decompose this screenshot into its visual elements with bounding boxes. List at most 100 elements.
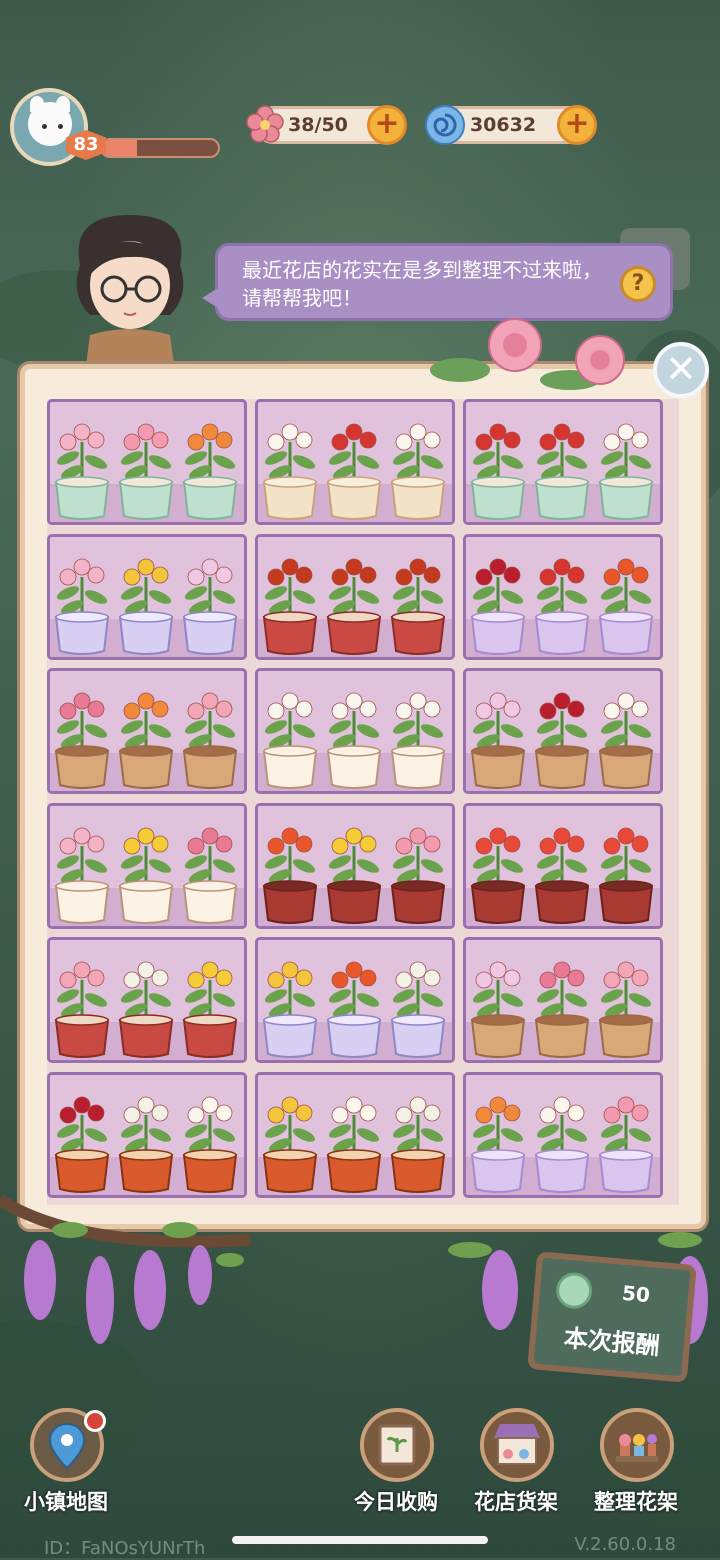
potted-plant[interactable] [598, 961, 654, 1058]
potted-plant[interactable] [262, 961, 318, 1058]
shelf-cell[interactable] [463, 1071, 663, 1198]
shelf-cell[interactable] [463, 533, 663, 660]
nav-town-map-label: 小镇地图 [24, 1490, 108, 1514]
shelf-cell[interactable] [255, 533, 455, 660]
reward-sign: 50 本次报酬 [527, 1251, 697, 1383]
potted-plant[interactable] [470, 692, 526, 789]
potted-plant[interactable] [598, 423, 654, 520]
potted-plant[interactable] [262, 827, 318, 924]
potted-plant[interactable] [54, 827, 110, 924]
shelf-cell[interactable] [255, 937, 455, 1063]
potted-plant[interactable] [598, 1096, 654, 1193]
help-button[interactable]: ? [620, 266, 656, 302]
potted-plant[interactable] [118, 827, 174, 924]
shelf-cell[interactable] [463, 399, 663, 525]
shelf-cell[interactable] [255, 802, 455, 929]
potted-plant[interactable] [470, 423, 526, 520]
reward-amount: 50 [621, 1280, 651, 1308]
nav-organize-shelf[interactable]: 整理花架 [586, 1408, 686, 1518]
shelf-cell[interactable] [255, 399, 455, 525]
potted-plant[interactable] [118, 558, 174, 655]
potted-plant[interactable] [262, 558, 318, 655]
flower-resource: 38/50 + [246, 105, 407, 145]
nav-todays-purchase[interactable]: 今日收购 [346, 1408, 446, 1518]
clover-coin-icon [554, 1271, 594, 1311]
potted-plant[interactable] [326, 827, 382, 924]
potted-plant[interactable] [54, 692, 110, 789]
notification-dot [84, 1410, 106, 1432]
potted-plant[interactable] [534, 827, 590, 924]
potted-plant[interactable] [534, 961, 590, 1058]
shelf-cell[interactable] [47, 937, 247, 1063]
plant-frame-icon [378, 1424, 416, 1466]
potted-plant[interactable] [390, 827, 446, 924]
potted-plant[interactable] [390, 423, 446, 520]
potted-plant[interactable] [534, 1096, 590, 1193]
potted-plant[interactable] [326, 558, 382, 655]
shelf-cell[interactable] [47, 533, 247, 660]
xp-fill [102, 140, 137, 156]
potted-plant[interactable] [326, 961, 382, 1058]
nav-todays-purchase-label: 今日收购 [354, 1490, 438, 1514]
xp-bar [100, 138, 220, 158]
shelf-cell[interactable] [255, 1071, 455, 1198]
potted-plant[interactable] [470, 827, 526, 924]
potted-plant[interactable] [534, 423, 590, 520]
potted-plant[interactable] [470, 1096, 526, 1193]
rose-decoration [430, 318, 625, 390]
potted-plant[interactable] [182, 961, 238, 1058]
potted-plant[interactable] [390, 1096, 446, 1193]
potted-plant[interactable] [262, 423, 318, 520]
app-version: V.2.60.0.18 [574, 1534, 676, 1555]
potted-plant[interactable] [390, 961, 446, 1058]
shelf-cell[interactable] [47, 399, 247, 525]
shelf-cell[interactable] [463, 937, 663, 1063]
potted-plant[interactable] [54, 558, 110, 655]
shelf-cell[interactable] [47, 802, 247, 929]
potted-plant[interactable] [262, 1096, 318, 1193]
potted-plant[interactable] [534, 692, 590, 789]
potted-plant[interactable] [182, 827, 238, 924]
potted-plant[interactable] [182, 558, 238, 655]
potted-plant[interactable] [326, 1096, 382, 1193]
player-id: ID：FaNOsYUNrTh [44, 1538, 206, 1559]
nav-shop-shelf-label: 花店货架 [474, 1490, 558, 1514]
shelf-grid [47, 399, 679, 1205]
nav-town-map[interactable]: 小镇地图 [16, 1408, 116, 1518]
flower-shelf-board [20, 364, 706, 1229]
potted-plant[interactable] [598, 558, 654, 655]
potted-plant[interactable] [534, 558, 590, 655]
reward-label: 本次报酬 [562, 1323, 661, 1361]
potted-plant[interactable] [598, 692, 654, 789]
potted-plant[interactable] [54, 423, 110, 520]
potted-plant[interactable] [118, 423, 174, 520]
shelf-cell[interactable] [47, 668, 247, 794]
wisteria-decoration-left [0, 1194, 251, 1344]
potted-plant[interactable] [470, 558, 526, 655]
potted-plant[interactable] [118, 692, 174, 789]
potted-plant[interactable] [182, 692, 238, 789]
potted-plant[interactable] [598, 827, 654, 924]
shelf-cell[interactable] [463, 802, 663, 929]
home-indicator[interactable] [232, 1536, 488, 1544]
shelf-cell[interactable] [255, 668, 455, 794]
dog-avatar-icon [28, 96, 72, 146]
potted-plant[interactable] [390, 558, 446, 655]
shelf-cell[interactable] [463, 668, 663, 794]
market-stall-icon [494, 1424, 540, 1465]
shopkeeper-character [76, 215, 184, 365]
dialog-message: 最近花店的花实在是多到整理不过来啦，请帮帮我吧！ [242, 258, 602, 310]
add-swirl-button[interactable]: + [557, 105, 597, 145]
nav-shop-shelf[interactable]: 花店货架 [466, 1408, 566, 1518]
close-button[interactable]: ✕ [653, 342, 709, 398]
potted-plant[interactable] [54, 961, 110, 1058]
add-flowers-button[interactable]: + [367, 105, 407, 145]
potted-plant[interactable] [326, 423, 382, 520]
flower-shelf-icon [616, 1434, 658, 1462]
potted-plant[interactable] [326, 692, 382, 789]
potted-plant[interactable] [262, 692, 318, 789]
potted-plant[interactable] [470, 961, 526, 1058]
potted-plant[interactable] [182, 423, 238, 520]
potted-plant[interactable] [118, 961, 174, 1058]
potted-plant[interactable] [390, 692, 446, 789]
